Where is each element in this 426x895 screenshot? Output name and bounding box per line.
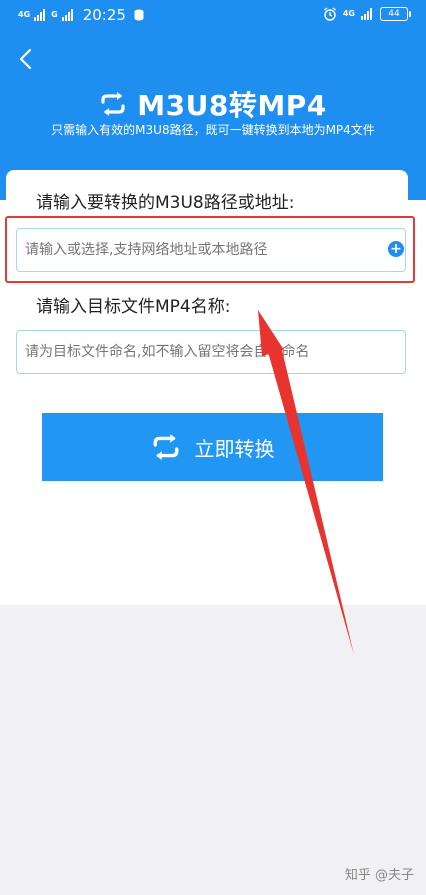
database-icon (134, 9, 144, 21)
page-title: M3U8转MP4 (137, 89, 327, 122)
page-title-row: M3U8转MP4 (0, 84, 426, 124)
network-type: 4G (18, 10, 31, 19)
watermark: 知乎 @夫子 (344, 868, 414, 883)
chevron-left-icon[interactable] (14, 44, 38, 74)
status-bar: 4G G 20:25 4G 44 (0, 0, 426, 30)
target-name-input[interactable] (16, 330, 406, 374)
alarm-icon (323, 7, 336, 21)
signal-icon (34, 9, 46, 21)
network-type-right: 4G (342, 9, 355, 18)
signal-icon-right (361, 8, 372, 20)
page-subtitle: 只需输入有效的M3U8路径，既可一键转换到本地为MP4文件 (51, 123, 375, 137)
network-type-secondary: G (51, 10, 58, 19)
battery-icon: 44 (380, 7, 411, 21)
convert-button[interactable]: 立即转换 (42, 413, 383, 481)
signal-icon-secondary (61, 9, 73, 21)
source-label: 请输入要转换的M3U8路径或地址: (36, 193, 295, 213)
convert-button-label: 立即转换 (194, 436, 275, 461)
source-path-input[interactable] (16, 228, 406, 272)
convert-arrows-icon (153, 434, 178, 460)
plus-circle-icon[interactable]: + (388, 241, 404, 257)
target-label: 请输入目标文件MP4名称: (36, 297, 231, 317)
convert-arrows-icon (101, 92, 125, 116)
status-time: 20:25 (82, 6, 126, 24)
